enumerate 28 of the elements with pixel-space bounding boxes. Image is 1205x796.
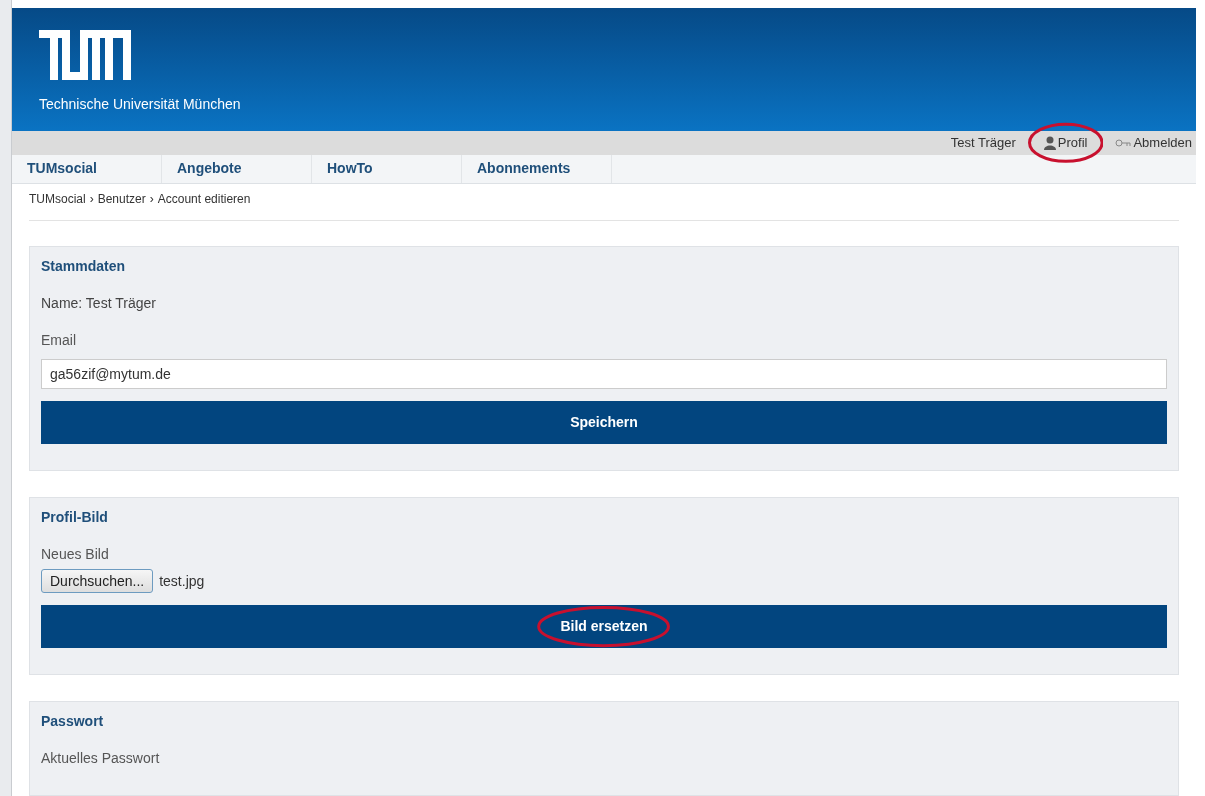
- browse-button[interactable]: Durchsuchen...: [41, 569, 154, 593]
- person-icon: [1043, 135, 1056, 150]
- breadcrumb-separator: ›: [148, 191, 155, 208]
- name-text: Name: Test Träger: [41, 294, 156, 313]
- logout-link[interactable]: Abmelden: [1115, 132, 1192, 153]
- field-label: Aktuelles Passwort: [41, 749, 160, 768]
- nav-tab[interactable]: Abonnements: [462, 154, 612, 183]
- nav-tab[interactable]: Angebote: [162, 154, 312, 183]
- university-logo-icon: [39, 30, 131, 80]
- submit-bar[interactable]: Bild ersetzen: [41, 605, 1167, 648]
- key-icon: [1115, 137, 1132, 148]
- user-name: Test Träger: [950, 133, 1016, 152]
- field-label: Neues Bild: [41, 545, 109, 564]
- file-name: test.jpg: [159, 571, 205, 591]
- breadcrumb-separator: ›: [88, 191, 95, 208]
- nav-tab[interactable]: HowTo: [312, 154, 462, 183]
- breadcrumb-link[interactable]: Benutzer: [97, 190, 146, 208]
- submit-label[interactable]: Speichern: [562, 412, 646, 433]
- field-label: Email: [41, 331, 76, 350]
- breadcrumb-link[interactable]: TUMsocial: [29, 190, 86, 208]
- panel-title: Stammdaten: [41, 257, 126, 276]
- email-field[interactable]: ga56zif@mytum.de: [41, 359, 1167, 389]
- nav-tab[interactable]: TUMsocial: [12, 154, 162, 183]
- breadcrumb-link[interactable]: Account editieren: [157, 190, 251, 208]
- university-name: Technische Universität München: [39, 95, 241, 114]
- panel-title: Profil-Bild: [41, 508, 108, 527]
- submit-bar[interactable]: Speichern: [41, 401, 1167, 444]
- panel-title: Passwort: [41, 712, 104, 731]
